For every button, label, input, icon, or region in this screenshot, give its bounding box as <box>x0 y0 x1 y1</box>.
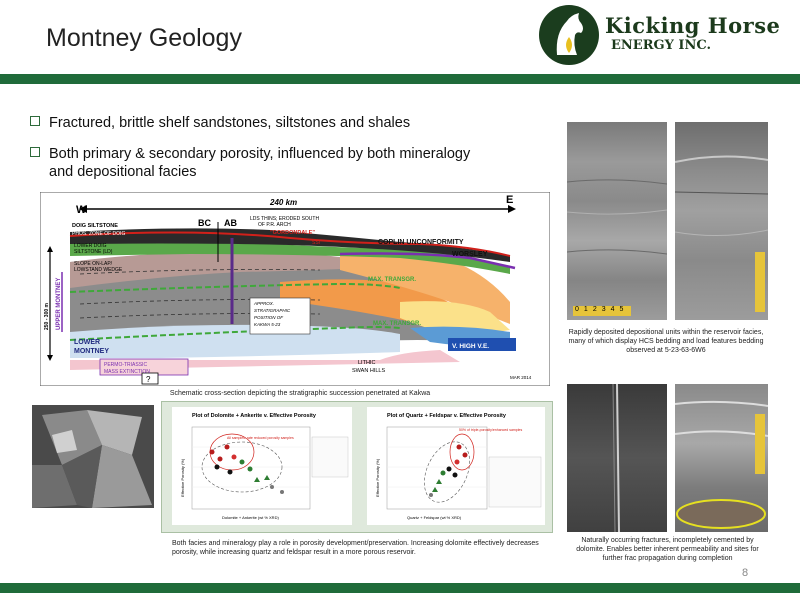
slope-label-2: LOWSTAND WEDGE <box>74 267 123 273</box>
approx-label-3: POSITION OF <box>254 315 283 320</box>
ssi-label: SSI <box>312 240 320 246</box>
dolomite-chart-title: Plot of Dolomite + Ankerite v. Effective… <box>192 413 317 419</box>
permo-label-2: MASS EXTINCTION <box>104 369 150 375</box>
core-top-caption: Rapidly deposited depositional units wit… <box>568 329 764 354</box>
core-photo-bottom-right <box>674 384 769 532</box>
quartz-chart-title: Plot of Quartz + Feldspar v. Effective P… <box>387 413 507 419</box>
dolomite-chart-ylabel: Effective Porosity (%) <box>180 458 185 497</box>
max-transgression-label-2: MAX. TRANSGR. <box>373 321 421 327</box>
quartz-chart-ylabel: Effective Porosity (%) <box>375 458 380 497</box>
lower-montney-label-2: MONTNEY <box>74 348 109 355</box>
core-photo-bottom-left <box>567 383 667 533</box>
lds-label-2: OF P.R. ARCH <box>258 222 291 228</box>
bullet-1: Fractured, brittle shelf sandstones, sil… <box>30 114 410 132</box>
phos-zone-label: PHOS. ZONE OF DOIG <box>72 231 125 237</box>
cross-section-diagram: W E 240 km BC AB DOIG SILTSTONE PHOS. ZO… <box>39 191 551 387</box>
cross-section-caption: Schematic cross-section depicting the st… <box>169 390 431 397</box>
bullet-2-cont: and depositional facies <box>49 164 197 180</box>
page-number: 8 <box>742 567 749 579</box>
core-photo-top-right <box>674 122 769 320</box>
horse-logo-icon <box>537 3 601 67</box>
header-bar <box>0 74 800 84</box>
approx-label-2: STRATIGRAPHIC <box>254 308 291 313</box>
thickness-label: 250 - 300 m <box>44 302 50 330</box>
quartz-chart-xlabel: Quartz + Feldspar (wt % XRD) <box>407 515 462 520</box>
approx-label: APPROX. <box>253 301 274 306</box>
core-photo-top-left: 012345 <box>566 122 668 320</box>
quartz-chart-note: 50% of triple-porosity/enhanced samples <box>459 428 522 432</box>
plots-caption: Both facies and mineralogy play a role i… <box>172 540 539 556</box>
coplin-label: COPLIN UNCONFORMITY <box>378 239 464 246</box>
quartz-chart: Plot of Quartz + Feldspar v. Effective P… <box>367 407 545 525</box>
swan-hills-label: SWAN HILLS <box>352 368 385 374</box>
footer-bar <box>0 583 800 593</box>
slide-title: Montney Geology <box>46 24 242 52</box>
doig-siltstone-label: DOIG SILTSTONE <box>72 223 118 229</box>
west-label: W <box>76 204 87 216</box>
max-transgression-label-1: MAX. TRANSGR. <box>368 277 416 283</box>
ab-label: AB <box>224 218 237 228</box>
logo-subname: ENERGY INC. <box>611 38 712 53</box>
checkbox-bullet-icon <box>30 116 40 126</box>
checkbox-bullet-icon <box>30 147 40 157</box>
vhigh-label: V. HIGH V.E. <box>452 343 489 350</box>
dolomite-chart-note: All samples: rate reduced porosity sampl… <box>227 436 294 440</box>
logo-name: Kicking Horse <box>605 13 781 38</box>
lower-montney-label: LOWER <box>74 339 100 346</box>
worsley-label: WORSLEY <box>452 251 488 258</box>
sem-photo <box>32 405 154 508</box>
east-label: E <box>506 194 513 206</box>
lower-doig-label-2: SILTSTONE (LD) <box>74 249 113 255</box>
dolomite-chart: Plot of Dolomite + Ankerite v. Effective… <box>172 407 352 525</box>
lithic-label: LITHIC <box>358 360 375 366</box>
core-bottom-caption: Naturally occurring fractures, incomplet… <box>576 537 759 562</box>
date-code-label: MAR 2014 <box>510 375 532 380</box>
dolomite-chart-xlabel: Dolomite + Ankerite (wt % XRD) <box>222 515 279 520</box>
bc-label: BC <box>198 218 211 228</box>
question-label: ? <box>146 375 151 384</box>
gordondale-label: "GORDONDALE" <box>270 230 315 236</box>
upper-montney-label: UPPER MONTNEY <box>56 278 62 330</box>
bullet-2: Both primary & secondary porosity, influ… <box>30 145 470 163</box>
approx-label-4: KAKWA 5-23 <box>254 322 281 327</box>
scale-ruler-top: 012345 <box>575 306 629 313</box>
permo-label: PERMO-TRIASSIC <box>104 362 147 368</box>
distance-label: 240 km <box>269 198 297 207</box>
porosity-plots: Plot of Dolomite + Ankerite v. Effective… <box>161 401 553 533</box>
